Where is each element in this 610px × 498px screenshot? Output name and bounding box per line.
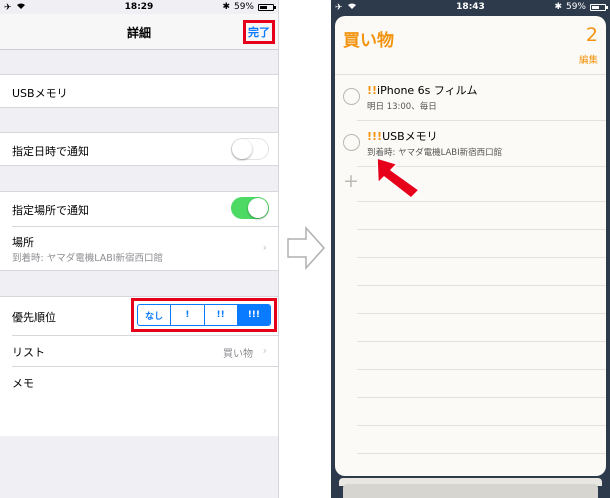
alarm-date-row: 指定日時で通知: [0, 132, 278, 166]
priority-marker: !!!: [367, 130, 383, 143]
done-button[interactable]: 完了: [243, 20, 275, 44]
reminders-list-screen: ✈ 18:43 ✱ 59% 買い物 2 編集 !!iPhone 6s フィルム …: [331, 0, 610, 498]
status-bar: ✈ 18:43 ✱ 59%: [331, 0, 610, 14]
bluetooth-icon: ✱: [554, 2, 562, 12]
add-reminder-icon[interactable]: +: [343, 172, 359, 191]
edit-button[interactable]: 編集: [579, 52, 598, 66]
alarm-location-label: 指定場所で通知: [12, 204, 89, 217]
list-stack-edge: [343, 484, 598, 498]
bluetooth-icon: ✱: [222, 2, 230, 12]
item-subtitle: 明日 13:00、毎日: [367, 102, 437, 112]
alarm-date-toggle[interactable]: [231, 138, 269, 160]
page-title: 詳細: [126, 26, 151, 40]
list-label: リスト: [12, 346, 45, 359]
chevron-right-icon: ›: [262, 344, 267, 357]
item-title: USBメモリ: [382, 130, 438, 143]
battery-percent: 59%: [565, 2, 586, 12]
alarm-date-label: 指定日時で通知: [12, 145, 89, 158]
battery-icon: [258, 3, 276, 11]
location-detail: 到着時: ヤマダ電機LABI新宿西口館: [12, 253, 164, 264]
complete-circle-button[interactable]: [343, 88, 360, 105]
status-bar: ✈ 18:29 ✱ 59%: [0, 0, 278, 14]
reminder-list-card: 買い物 2 編集 !!iPhone 6s フィルム 明日 13:00、毎日 !!…: [335, 16, 606, 476]
priority-segment-highlight: なし!!!!!!: [131, 298, 277, 332]
priority-segmented-control[interactable]: なし!!!!!!: [137, 304, 271, 326]
complete-circle-button[interactable]: [343, 134, 360, 151]
title-value: USBメモリ: [12, 87, 68, 100]
navigation-bar: 詳細 完了: [0, 14, 278, 50]
battery-percent: 59%: [233, 2, 254, 12]
priority-option[interactable]: なし: [138, 305, 172, 325]
priority-option[interactable]: !!!: [237, 305, 270, 325]
list-row[interactable]: リスト 買い物 ›: [0, 336, 278, 366]
priority-marker: !!: [367, 84, 378, 97]
priority-option[interactable]: !: [171, 305, 205, 325]
memo-label[interactable]: メモ: [12, 375, 34, 391]
list-value: 買い物: [223, 349, 253, 360]
arrow-right-icon: [287, 226, 326, 270]
reminder-detail-screen: ✈ 18:29 ✱ 59% 詳細 完了 USBメモリ 指定日時で通知 指定場所で…: [0, 0, 279, 498]
list-title: 買い物: [343, 31, 394, 51]
priority-option[interactable]: !!: [205, 305, 238, 325]
battery-icon: [590, 3, 608, 11]
chevron-right-icon: ›: [262, 241, 267, 254]
pointer-arrow-icon: [376, 157, 420, 199]
priority-label: 優先順位: [12, 311, 56, 324]
title-field[interactable]: USBメモリ: [0, 74, 278, 108]
location-label: 場所: [12, 236, 34, 249]
reminder-count: 2: [585, 24, 598, 46]
alarm-location-toggle[interactable]: [231, 197, 269, 219]
list-item[interactable]: !!iPhone 6s フィルム 明日 13:00、毎日: [335, 74, 606, 120]
alarm-location-group: 指定場所で通知 場所 到着時: ヤマダ電機LABI新宿西口館 ›: [0, 191, 278, 272]
location-row[interactable]: 場所 到着時: ヤマダ電機LABI新宿西口館 ›: [0, 227, 278, 272]
item-title: iPhone 6s フィルム: [377, 84, 478, 97]
